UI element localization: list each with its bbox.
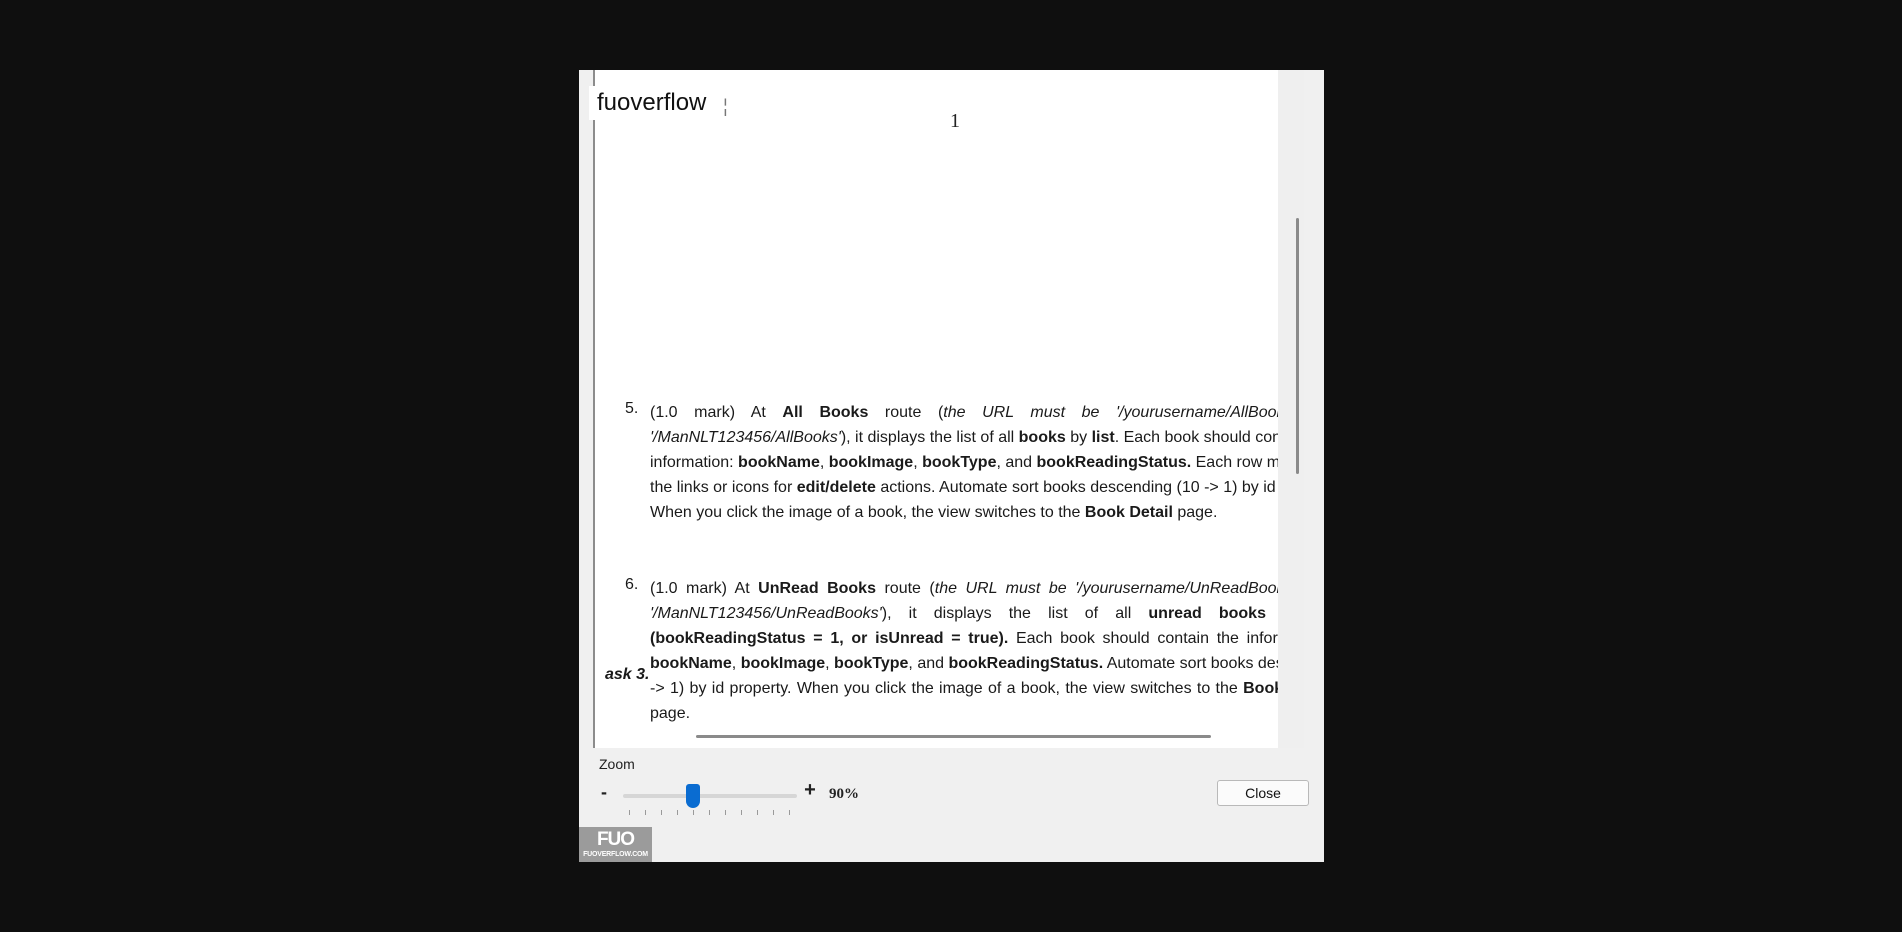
slider-tick [725, 810, 726, 815]
document-preview-window: 1 5. (1.0 mark) At All Books route (the … [579, 70, 1324, 862]
text-run: -> 1) by id property. When you click the… [650, 680, 1244, 697]
text-run: , [731, 655, 741, 672]
zoom-label: Zoom [599, 756, 635, 772]
slider-tick [645, 810, 646, 815]
bold-text: bookName [738, 454, 820, 471]
question-number: 6. [625, 576, 639, 593]
text-run: (1.0 mark) At [650, 404, 783, 421]
text-line: '/ManNLT123456/UnReadBooks'), it display… [650, 601, 1300, 626]
text-run: page. [1172, 504, 1218, 521]
text-line: When you click the image of a book, the … [650, 500, 1300, 525]
zoom-slider[interactable] [623, 794, 797, 798]
slider-tick [773, 810, 774, 815]
zoom-in-button[interactable]: + [802, 779, 818, 802]
text-run: , [819, 454, 829, 471]
text-line: bookName, bookImage, bookType, and bookR… [650, 651, 1300, 676]
text-line: '/ManNLT123456/AllBooks'), it displays t… [650, 425, 1300, 450]
text-run: . Each book should contain [1114, 429, 1300, 446]
italic-text: '/ManNLT123456/UnReadBooks' [650, 605, 882, 622]
bold-text: edit/delete [796, 479, 876, 496]
text-run: , [825, 655, 835, 672]
page-number: 1 [950, 110, 960, 132]
bold-text: list [1091, 429, 1115, 446]
zoom-out-button[interactable]: - [598, 782, 610, 803]
document-viewport[interactable]: 1 5. (1.0 mark) At All Books route (the … [593, 70, 1304, 748]
text-run: , [913, 454, 923, 471]
question-number: 5. [625, 400, 639, 417]
text-run: page. [650, 705, 691, 722]
task-heading: ask 3. [605, 666, 650, 683]
bold-text: bookReadingStatus. [948, 655, 1104, 672]
logo-mark: FUO [596, 829, 635, 850]
vertical-scrollbar-thumb[interactable] [1296, 218, 1299, 474]
question-text: (1.0 mark) At UnRead Books route (the UR… [650, 576, 1300, 726]
bold-text: bookName [650, 655, 732, 672]
bold-text: unread books [1148, 605, 1266, 622]
bold-text: bookImage [828, 454, 914, 471]
text-line: information: bookName, bookImage, bookTy… [650, 450, 1300, 475]
horizontal-scrollbar-thumb[interactable] [696, 735, 1211, 738]
text-line: (1.0 mark) At UnRead Books route (the UR… [650, 576, 1300, 601]
bold-text: bookImage [740, 655, 826, 672]
vertical-scrollbar[interactable] [1278, 70, 1304, 748]
text-run: Each book should contain the informa [1008, 630, 1300, 647]
bold-text: Book Detail [1084, 504, 1173, 521]
brand-watermark: fuoverflow [589, 86, 719, 120]
bold-text: bookReadingStatus. [1036, 454, 1192, 471]
text-run: ), it displays the list of all [840, 429, 1019, 446]
text-run: route ( [875, 580, 935, 597]
slider-tick [677, 810, 678, 815]
text-line: page. [650, 701, 1300, 726]
text-run: (1.0 mark) At [650, 580, 759, 597]
text-run: route ( [868, 404, 944, 421]
text-run: information: [650, 454, 739, 471]
zoom-slider-ticks [629, 810, 799, 816]
question-text: (1.0 mark) At All Books route (the URL m… [650, 400, 1300, 525]
logo-text: FUOVERFLOW.COM [583, 851, 648, 858]
text-line: the links or icons for edit/delete actio… [650, 475, 1300, 500]
italic-text: the URL must be '/yourusername/UnReadBoo… [934, 580, 1300, 597]
text-run: When you click the image of a book, the … [650, 504, 1085, 521]
text-line: (bookReadingStatus = 1, or isUnread = tr… [650, 626, 1300, 651]
zoom-value: 90% [829, 786, 859, 802]
fuoverflow-logo: FUO FUOVERFLOW.COM [579, 827, 652, 862]
italic-text: '/ManNLT123456/AllBooks' [650, 429, 841, 446]
slider-tick [661, 810, 662, 815]
text-run: actions. Automate sort books descending … [875, 479, 1300, 496]
bold-text: (bookReadingStatus = 1, or isUnread = tr… [650, 630, 1009, 647]
text-cursor-icon: ¦ [720, 98, 731, 118]
page-left-border [593, 70, 595, 748]
slider-tick [693, 810, 694, 815]
close-button[interactable]: Close [1217, 780, 1309, 806]
text-run: the links or icons for [650, 479, 797, 496]
slider-tick [629, 810, 630, 815]
italic-text: the URL must be '/yourusername/AllBooks'… [943, 404, 1300, 421]
slider-tick [789, 810, 790, 815]
slider-tick [757, 810, 758, 815]
zoom-slider-thumb[interactable] [685, 784, 700, 808]
slider-tick [709, 810, 710, 815]
bold-text: bookType [834, 655, 909, 672]
bold-text: books [1018, 429, 1066, 446]
text-run: Automate sort books descending [1106, 655, 1300, 672]
bold-text: UnRead Books [758, 580, 876, 597]
document-page: 1 5. (1.0 mark) At All Books route (the … [593, 70, 1304, 748]
text-run: , and [996, 454, 1037, 471]
bold-text: All Books [782, 404, 869, 421]
bold-text: bookType [922, 454, 997, 471]
text-line: -> 1) by id property. When you click the… [650, 676, 1300, 701]
slider-tick [741, 810, 742, 815]
text-line: (1.0 mark) At All Books route (the URL m… [650, 400, 1300, 425]
text-run: , and [908, 655, 949, 672]
text-run: by [1065, 429, 1092, 446]
text-run: ), it displays the list of all [881, 605, 1149, 622]
